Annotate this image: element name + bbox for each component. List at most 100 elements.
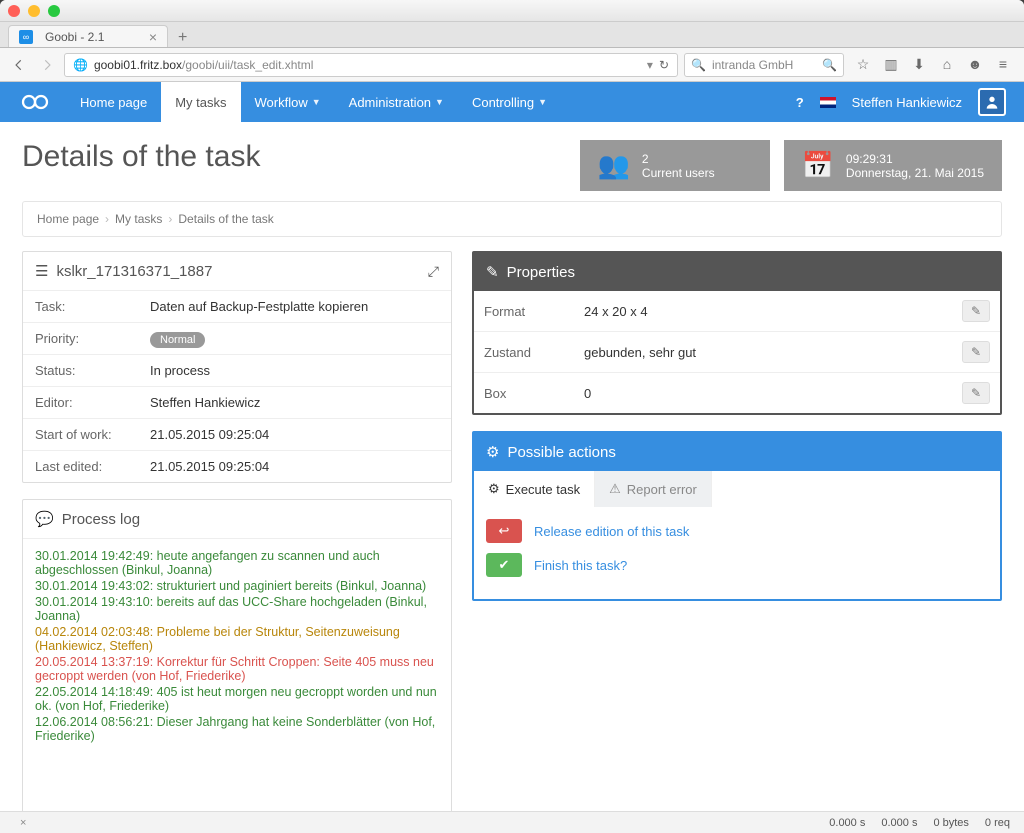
statusbar-close-icon[interactable]: × [14,817,26,829]
breadcrumb-item[interactable]: Home page [37,212,99,226]
chevron-down-icon: ▼ [538,97,547,107]
calendar-icon: 📅 [802,150,834,181]
nav-administration[interactable]: Administration▼ [335,82,458,122]
server-date: Donnerstag, 21. Mai 2015 [846,166,984,180]
tab-title: Goobi - 2.1 [45,30,104,44]
prop-value: 24 x 20 x 4 [574,291,952,332]
nav-home-page[interactable]: Home page [66,82,161,122]
nav-controlling[interactable]: Controlling▼ [458,82,561,122]
download-icon[interactable]: ⬇ [910,56,928,73]
status-label: Status: [23,355,138,387]
home-icon[interactable]: ⌂ [938,56,956,73]
finish-task-link[interactable]: Finish this task? [534,558,627,573]
prop-value: gebunden, sehr gut [574,332,952,373]
search-placeholder: intranda GmbH [712,58,793,72]
log-entry: 30.01.2014 19:43:10: bereits auf das UCC… [35,595,439,623]
favicon-icon: ∞ [19,30,33,44]
tab-report-label: Report error [627,482,697,497]
breadcrumb-item[interactable]: My tasks [115,212,162,226]
priority-badge: Normal [150,332,205,348]
log-entry: 20.05.2014 13:37:19: Korrektur für Schri… [35,655,439,683]
lastedit-value: 21.05.2015 09:25:04 [138,451,451,483]
app-logo[interactable] [18,85,52,119]
task-value: Daten auf Backup-Festplatte kopieren [138,291,451,323]
url-path: /goobi/uii/task_edit.xhtml [182,58,313,72]
list-icon: ☰ [35,262,48,280]
browser-tab[interactable]: ∞ Goobi - 2.1 × [8,25,168,47]
browser-search-input[interactable]: 🔍 intranda GmbH 🔍 [684,53,844,77]
url-host: goobi01.fritz.box [94,58,182,72]
edit-property-button[interactable]: ✎ [962,300,990,322]
status-time-2: 0.000 s [881,817,917,829]
finish-task-button[interactable]: ✔ [486,553,522,577]
status-req: 0 req [985,817,1010,829]
release-task-link[interactable]: Release edition of this task [534,524,689,539]
process-log-panel: 💬 Process log 30.01.2014 19:42:49: heute… [22,499,452,811]
menu-icon[interactable]: ≡ [994,56,1012,73]
prop-key: Box [474,373,574,414]
reload-icon[interactable]: ↻ [659,58,669,72]
properties-title: Properties [507,264,575,281]
library-icon[interactable]: ▥ [882,56,900,73]
top-nav: Home pageMy tasksWorkflow▼Administration… [0,82,1024,122]
close-window-btn[interactable] [8,5,20,17]
lastedit-label: Last edited: [23,451,138,483]
prop-key: Format [474,291,574,332]
chat-icon[interactable]: ☻ [966,56,984,73]
status-time-1: 0.000 s [829,817,865,829]
log-entry: 04.02.2014 02:03:48: Probleme bei der St… [35,625,439,653]
current-user[interactable]: Steffen Hankiewicz [852,95,962,110]
comment-icon: 💬 [35,510,54,528]
breadcrumb-item: Details of the task [178,212,273,226]
users-count: 2 [642,152,715,166]
log-entry: 30.01.2014 19:43:02: strukturiert und pa… [35,579,439,593]
breadcrumb: Home page›My tasks›Details of the task [22,201,1002,237]
prop-value: 0 [574,373,952,414]
status-bar: × 0.000 s 0.000 s 0 bytes 0 req [0,811,1024,833]
globe-icon: 🌐 [73,58,88,72]
minimize-window-btn[interactable] [28,5,40,17]
chevron-down-icon: ▼ [312,97,321,107]
priority-label: Priority: [23,323,138,355]
actions-panel: ⚙ Possible actions ⚙ Execute task ⚠ Repo… [472,431,1002,601]
window-titlebar [0,0,1024,22]
browser-tab-bar: ∞ Goobi - 2.1 × + [0,22,1024,48]
edit-icon: ✎ [486,263,499,281]
help-icon[interactable]: ? [796,95,804,110]
language-flag-icon[interactable] [820,97,836,108]
nav-workflow[interactable]: Workflow▼ [241,82,335,122]
bookmark-icon[interactable]: ☆ [854,56,872,73]
expand-icon[interactable]: ⤢ [428,263,439,280]
nav-my-tasks[interactable]: My tasks [161,82,240,122]
edit-property-button[interactable]: ✎ [962,341,990,363]
properties-panel: ✎ Properties Format24 x 20 x 4✎Zustandge… [472,251,1002,415]
start-label: Start of work: [23,419,138,451]
dropdown-icon[interactable]: ▾ [647,58,653,72]
search-engine-icon: 🔍 [691,58,706,72]
task-panel-title: kslkr_171316371_1887 [56,263,212,280]
edit-property-button[interactable]: ✎ [962,382,990,404]
server-time: 09:29:31 [846,152,984,166]
tab-report-error[interactable]: ⚠ Report error [595,471,712,507]
log-entry: 12.06.2014 08:56:21: Dieser Jahrgang hat… [35,715,439,743]
log-entry: 30.01.2014 19:42:49: heute angefangen zu… [35,549,439,577]
search-go-icon[interactable]: 🔍 [822,58,837,72]
zoom-window-btn[interactable] [48,5,60,17]
warning-icon: ⚠ [609,481,621,497]
users-label: Current users [642,166,715,180]
new-tab-button[interactable]: + [172,29,193,47]
chevron-down-icon: ▼ [435,97,444,107]
breadcrumb-sep: › [168,212,172,226]
tab-execute-label: Execute task [506,482,580,497]
status-bytes: 0 bytes [933,817,968,829]
url-input[interactable]: 🌐 goobi01.fritz.box/goobi/uii/task_edit.… [64,53,678,77]
user-avatar[interactable] [978,88,1006,116]
close-tab-icon[interactable]: × [149,29,157,45]
stat-datetime: 📅 09:29:31 Donnerstag, 21. Mai 2015 [784,140,1002,191]
start-value: 21.05.2015 09:25:04 [138,419,451,451]
release-task-button[interactable]: ↩ [486,519,522,543]
forward-button[interactable] [36,54,58,76]
back-button[interactable] [8,54,30,76]
editor-label: Editor: [23,387,138,419]
tab-execute-task[interactable]: ⚙ Execute task [474,471,595,507]
